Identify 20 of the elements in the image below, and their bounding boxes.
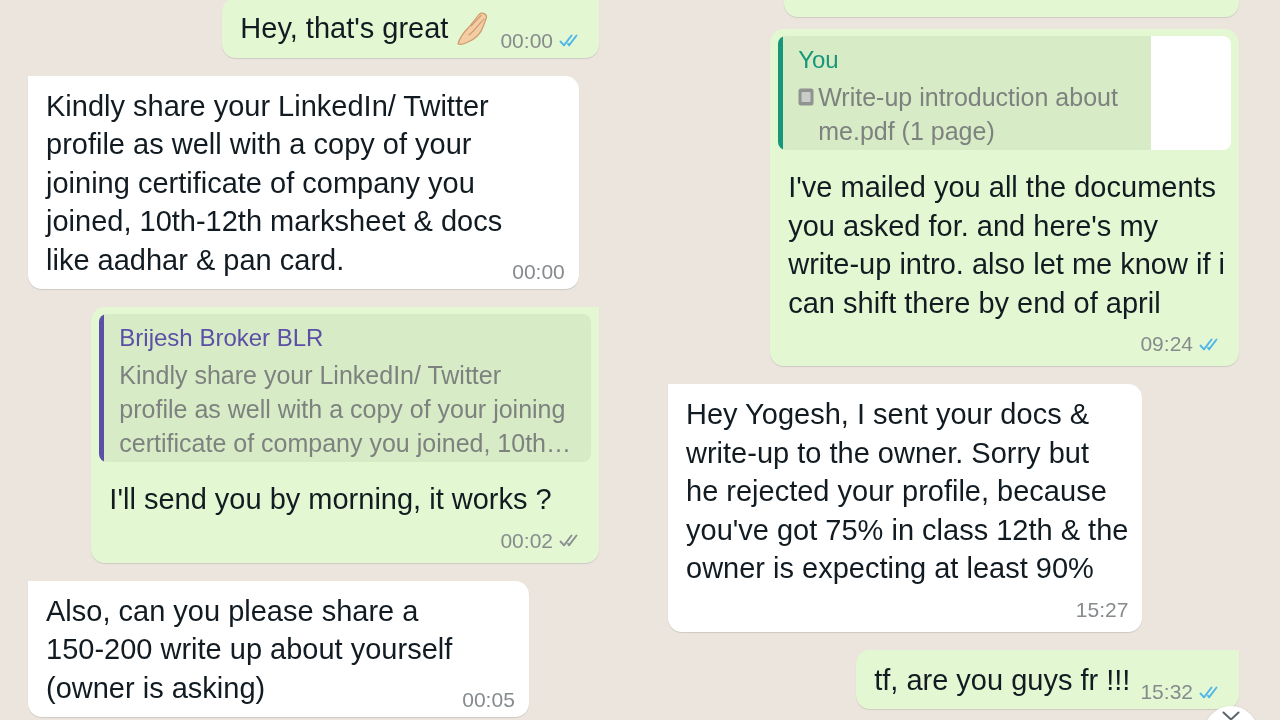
chevron-down-icon	[1222, 711, 1240, 720]
quote-text: Kindly share your LinkedIn/ Twitter profile as well with a copy of your joining certificate of company you joined, 10th…	[119, 360, 571, 459]
message-text: Hey, that's great	[240, 11, 449, 46]
message-text: Hey Yogesh, I sent your docs & write-up to the owner. Sorry but he rejected your profile, because you've got 75% in class 12th & the owner is expecting at least 90%	[686, 397, 1129, 586]
message-text: I'll send you by morning, it works ?	[109, 482, 552, 517]
quote-text: Write-up introduction about me.pdf (1 page)	[818, 82, 1118, 147]
message-time: 00:05	[462, 688, 515, 712]
message-time: 00:00	[500, 28, 553, 53]
message-time: 15:27	[1075, 597, 1129, 622]
document-icon	[798, 88, 815, 106]
quote-author: You	[798, 45, 840, 75]
quote-author: Brijesh Broker BLR	[119, 323, 325, 353]
message-time: 09:24	[1140, 332, 1193, 356]
message-text: I've mailed you all the documents you asked for. and here's my write-up intro. also let me know if i can shift there by end of april	[788, 170, 1225, 321]
message-time: 00:00	[512, 260, 565, 284]
message-text: Kindly share your LinkedIn/ Twitter profile as well with a copy of your joining certificate of company you joined, 10th-12th marksheet & docs like aadhar & pan card.	[46, 88, 503, 278]
message-text: tf, are you guys fr !!!	[874, 662, 1131, 698]
message-time: 00:02	[500, 528, 553, 553]
message-time: 15:32	[1140, 680, 1193, 704]
message-text: Also, can you please share a 150-200 write up about yourself (owner is asking)	[46, 593, 453, 706]
